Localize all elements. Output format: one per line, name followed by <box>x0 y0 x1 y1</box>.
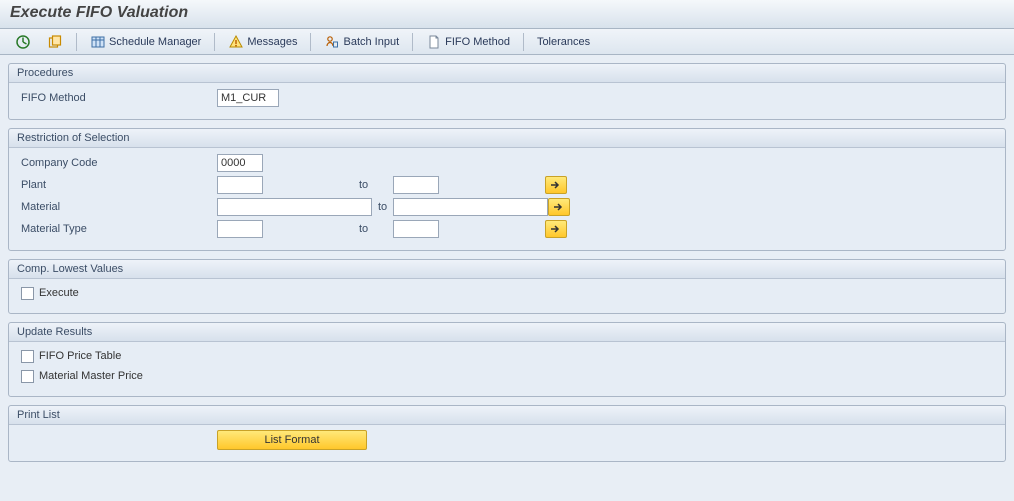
execute-icon <box>15 34 31 50</box>
variant-icon <box>47 34 63 50</box>
procedures-group: Procedures FIFO Method <box>8 63 1006 120</box>
material-from-input[interactable] <box>217 198 372 216</box>
material-type-multiple-selection-button[interactable] <box>545 220 567 238</box>
document-icon <box>426 34 442 50</box>
batch-input-icon <box>324 34 340 50</box>
toolbar-separator <box>76 33 77 51</box>
arrow-right-icon <box>548 221 564 237</box>
toolbar-separator <box>523 33 524 51</box>
fifo-method-input[interactable] <box>217 89 279 107</box>
update-results-title: Update Results <box>9 323 1005 342</box>
fifo-method-label: FIFO Method <box>445 36 510 48</box>
tolerances-label: Tolerances <box>537 36 590 48</box>
toolbar-separator <box>214 33 215 51</box>
messages-label: Messages <box>247 36 297 48</box>
application-toolbar: Schedule Manager Messages Batch Input FI… <box>0 29 1014 55</box>
execute-checkbox-label: Execute <box>39 287 79 299</box>
page-title: Execute FIFO Valuation <box>0 0 1014 29</box>
arrow-right-icon <box>551 199 567 215</box>
material-to-label: to <box>353 201 393 213</box>
material-type-to-input[interactable] <box>393 220 439 238</box>
procedures-title: Procedures <box>9 64 1005 83</box>
schedule-manager-button[interactable]: Schedule Manager <box>83 31 208 53</box>
material-master-price-label: Material Master Price <box>39 370 143 382</box>
plant-from-input[interactable] <box>217 176 263 194</box>
toolbar-separator <box>412 33 413 51</box>
material-to-input[interactable] <box>393 198 548 216</box>
material-type-to-label: to <box>353 223 393 235</box>
material-type-from-input[interactable] <box>217 220 263 238</box>
lowest-values-group: Comp. Lowest Values Execute <box>8 259 1006 314</box>
plant-to-label: to <box>353 179 393 191</box>
company-code-label: Company Code <box>17 157 217 169</box>
messages-icon <box>228 34 244 50</box>
material-master-price-checkbox[interactable] <box>21 370 34 383</box>
batch-input-button[interactable]: Batch Input <box>317 31 406 53</box>
print-list-group: Print List List Format <box>8 405 1006 462</box>
company-code-input[interactable] <box>217 154 263 172</box>
fifo-method-button[interactable]: FIFO Method <box>419 31 517 53</box>
print-list-title: Print List <box>9 406 1005 425</box>
fifo-method-field-label: FIFO Method <box>17 92 217 104</box>
material-multiple-selection-button[interactable] <box>548 198 570 216</box>
update-results-group: Update Results FIFO Price Table Material… <box>8 322 1006 397</box>
tolerances-button[interactable]: Tolerances <box>530 33 597 51</box>
get-variant-button[interactable] <box>40 31 70 53</box>
plant-multiple-selection-button[interactable] <box>545 176 567 194</box>
execute-checkbox[interactable] <box>21 287 34 300</box>
messages-button[interactable]: Messages <box>221 31 304 53</box>
material-type-label: Material Type <box>17 223 217 235</box>
schedule-manager-icon <box>90 34 106 50</box>
execute-button[interactable] <box>8 31 38 53</box>
fifo-price-table-checkbox[interactable] <box>21 350 34 363</box>
plant-label: Plant <box>17 179 217 191</box>
batch-input-label: Batch Input <box>343 36 399 48</box>
fifo-price-table-label: FIFO Price Table <box>39 350 121 362</box>
schedule-manager-label: Schedule Manager <box>109 36 201 48</box>
arrow-right-icon <box>548 177 564 193</box>
material-label: Material <box>17 201 217 213</box>
plant-to-input[interactable] <box>393 176 439 194</box>
restriction-group: Restriction of Selection Company Code Pl… <box>8 128 1006 251</box>
restriction-title: Restriction of Selection <box>9 129 1005 148</box>
list-format-button[interactable]: List Format <box>217 430 367 450</box>
lowest-values-title: Comp. Lowest Values <box>9 260 1005 279</box>
toolbar-separator <box>310 33 311 51</box>
